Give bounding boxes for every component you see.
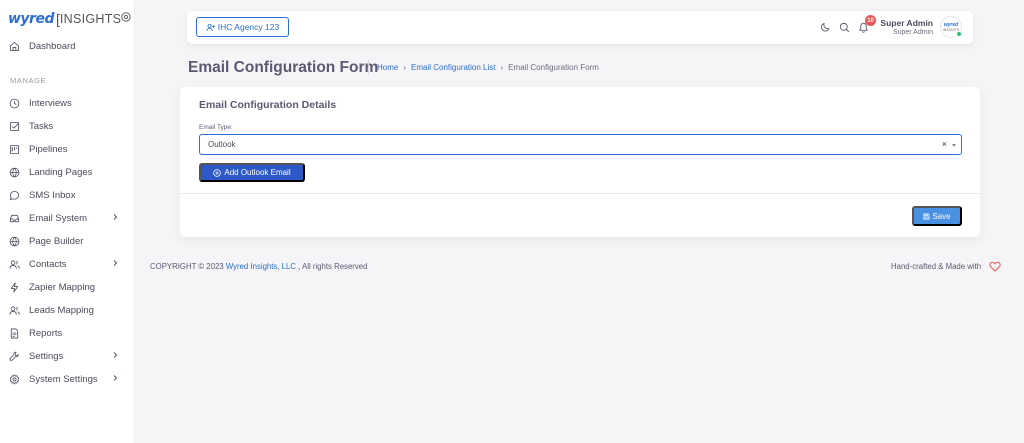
sidebar-item-zapier-mapping[interactable]: Zapier Mapping [9, 279, 129, 295]
sidebar-item-label: Dashboard [29, 40, 76, 52]
email-type-select[interactable]: Outlook × [199, 134, 962, 155]
sidebar-item-landing-pages[interactable]: Landing Pages [9, 164, 129, 180]
sidebar-item-label: Page Builder [29, 235, 84, 247]
brand-name-secondary: INSIGHTS [59, 12, 122, 26]
moon-icon[interactable] [820, 22, 831, 33]
sidebar-item-email-system[interactable]: Email System [9, 210, 129, 226]
sidebar-item-label: Tasks [29, 120, 54, 132]
sidebar-item-reports[interactable]: Reports [9, 325, 129, 341]
agency-label: IHC Agency 123 [217, 22, 280, 32]
breadcrumb-list-link[interactable]: Email Configuration List [411, 63, 495, 72]
email-configuration-card: Email Configuration Details Email Type: … [180, 87, 980, 237]
sidebar-item-leads-mapping[interactable]: Leads Mapping [9, 302, 129, 318]
sidebar-item-label: Interviews [29, 97, 72, 109]
sidebar-item-label: Zapier Mapping [29, 281, 96, 293]
user-name[interactable]: Super Admin [880, 18, 933, 28]
sidebar-item-label: Contacts [29, 258, 67, 270]
made-with-text: Hand-crafted & Made with [891, 262, 982, 271]
sidebar-item-interviews[interactable]: Interviews [9, 95, 129, 111]
sidebar-item-settings[interactable]: Settings [9, 348, 129, 364]
clear-selection-icon[interactable]: × [942, 139, 947, 149]
sidebar-item-label: Reports [29, 327, 63, 339]
sidebar-item-dashboard[interactable]: Dashboard [9, 38, 129, 54]
company-link[interactable]: Wyred Insights, LLC [226, 262, 296, 271]
save-icon [923, 213, 930, 219]
footer-copyright: COPYRIGHT © 2023 Wyred Insights, LLC , A… [150, 262, 367, 271]
breadcrumb-divider [368, 60, 369, 75]
pipeline-icon [9, 144, 20, 154]
page-title: Email Configuration Form [188, 59, 379, 76]
globe-icon [9, 236, 20, 246]
sidebar-item-label: Landing Pages [29, 166, 93, 178]
brand-name-primary: wyred [8, 11, 54, 27]
copyright-text: COPYRIGHT © 2023 [150, 262, 224, 271]
sidebar-item-tasks[interactable]: Tasks [9, 118, 129, 134]
chevron-right-icon [113, 375, 118, 381]
sidebar-item-sms-inbox[interactable]: SMS Inbox [9, 187, 129, 203]
sidebar-item-page-builder[interactable]: Page Builder [9, 233, 129, 249]
chevron-right-icon [113, 260, 118, 266]
online-status-dot [956, 31, 962, 37]
add-outlook-email-button[interactable]: Add Outlook Email [199, 163, 305, 182]
globe-icon [9, 167, 20, 177]
breadcrumb: Home › Email Configuration List › Email … [377, 63, 599, 72]
users-icon [9, 259, 20, 269]
notification-count-badge: 10 [865, 15, 876, 26]
sidebar: wyred [ INSIGHTS Dashboard MANAGE Interv… [0, 0, 135, 443]
dropdown-caret-icon[interactable] [952, 144, 956, 147]
card-divider [180, 193, 980, 194]
plus-circle-icon [213, 168, 222, 177]
lightning-icon [10, 282, 19, 292]
sidebar-item-pipelines[interactable]: Pipelines [9, 141, 129, 157]
chevron-right-icon [113, 214, 118, 220]
collapse-sidebar-icon[interactable] [121, 12, 131, 22]
clock-icon [9, 98, 20, 108]
rights-text: , All rights Reserved [298, 262, 368, 271]
heart-icon [989, 261, 1001, 272]
sidebar-item-contacts[interactable]: Contacts [9, 256, 129, 272]
brand-logo[interactable]: wyred [ INSIGHTS [8, 10, 121, 28]
save-button[interactable]: Save [912, 206, 962, 226]
sidebar-item-label: System Settings [29, 373, 98, 385]
breadcrumb-current: Email Configuration Form [508, 63, 599, 72]
sidebar-item-label: Email System [29, 212, 88, 224]
breadcrumb-chevron-icon: › [403, 63, 407, 72]
sidebar-item-label: Pipelines [29, 143, 68, 155]
users-icon [9, 305, 20, 315]
inbox-icon [9, 214, 20, 222]
top-navbar: IHC Agency 123 10 Super Admin Super Admi… [187, 11, 973, 44]
breadcrumb-chevron-icon: › [500, 63, 504, 72]
card-title: Email Configuration Details [199, 99, 337, 111]
checkbox-icon [9, 121, 20, 131]
sidebar-item-label: Leads Mapping [29, 304, 94, 316]
sidebar-item-label: SMS Inbox [29, 189, 76, 201]
sidebar-item-label: Settings [29, 350, 64, 362]
footer-made-with: Hand-crafted & Made with [891, 261, 1001, 272]
sidebar-item-system-settings[interactable]: System Settings [9, 371, 129, 387]
breadcrumb-home-link[interactable]: Home [377, 63, 398, 72]
avatar[interactable]: wyred INSIGHTS [940, 16, 962, 38]
email-type-label: Email Type: [199, 124, 233, 131]
home-icon [9, 41, 20, 51]
search-icon[interactable] [839, 22, 850, 33]
email-type-value: Outlook [208, 140, 236, 149]
chat-icon [9, 190, 20, 200]
sidebar-section-label: MANAGE [10, 76, 47, 85]
user-role: Super Admin [892, 29, 933, 36]
user-plus-icon [206, 23, 215, 31]
chevron-right-icon [113, 352, 118, 358]
wrench-icon [9, 351, 19, 361]
gear-icon [9, 373, 20, 384]
document-icon [10, 328, 19, 338]
save-label: Save [932, 211, 951, 221]
agency-switcher-button[interactable]: IHC Agency 123 [196, 17, 289, 37]
add-outlook-email-label: Add Outlook Email [224, 168, 291, 177]
